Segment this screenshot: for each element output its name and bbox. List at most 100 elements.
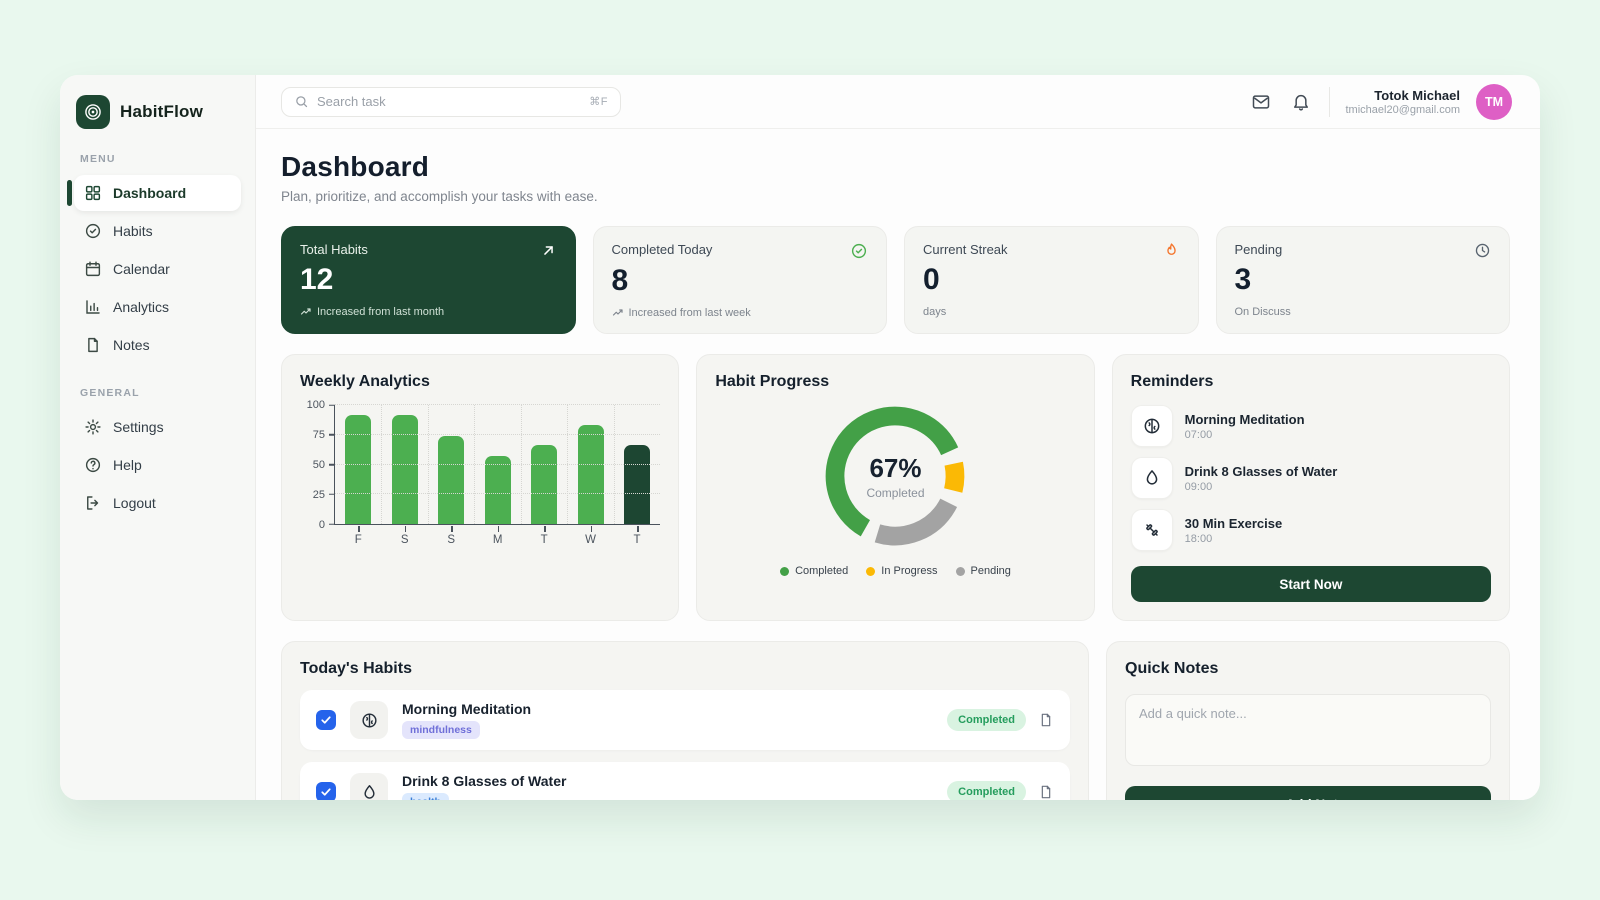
habit-checkbox-checked[interactable] xyxy=(316,710,336,730)
brain-icon xyxy=(350,701,388,739)
droplet-icon xyxy=(350,773,388,800)
sidebar-section-menu: MENU xyxy=(80,153,241,165)
legend-completed: Completed xyxy=(780,565,848,577)
user-email: tmichael20@gmail.com xyxy=(1346,104,1461,116)
stat-label: Total Habits xyxy=(300,242,368,257)
stat-footnote: Increased from last month xyxy=(317,306,444,318)
sidebar-item-notes[interactable]: Notes xyxy=(74,327,241,363)
sidebar-item-settings[interactable]: Settings xyxy=(74,409,241,445)
bar-chart-icon xyxy=(84,298,102,316)
check-circle-icon xyxy=(84,222,102,240)
sidebar-item-dashboard[interactable]: Dashboard xyxy=(74,175,241,211)
habit-progress-title: Habit Progress xyxy=(715,373,1075,391)
y-tick-label: 75 xyxy=(313,429,325,441)
bar-chart-plot xyxy=(334,405,660,525)
bar xyxy=(438,436,464,524)
donut-legend: Completed In Progress Pending xyxy=(715,565,1075,577)
reminder-name: Drink 8 Glasses of Water xyxy=(1185,464,1338,479)
topbar-divider xyxy=(1329,87,1330,117)
weekly-bar-chart: 0255075100 FSSMTWT xyxy=(300,405,660,546)
sidebar-item-label: Notes xyxy=(113,337,150,353)
x-tick-label: M xyxy=(474,534,520,546)
legend-pending: Pending xyxy=(956,565,1011,577)
add-note-button[interactable]: + Add Note xyxy=(1125,786,1491,800)
stat-footnote: days xyxy=(923,306,946,318)
logout-icon xyxy=(84,494,102,512)
bar xyxy=(531,445,557,524)
weekly-analytics-title: Weekly Analytics xyxy=(300,373,660,391)
progress-percent: 67% xyxy=(869,453,921,484)
droplet-icon xyxy=(1131,457,1173,499)
legend-dot-pending xyxy=(956,567,965,576)
brand-name: HabitFlow xyxy=(120,102,203,122)
search-box[interactable]: ⌘F xyxy=(281,87,621,117)
flame-icon xyxy=(1163,242,1180,259)
trending-up-icon xyxy=(612,307,624,319)
bar xyxy=(345,415,371,524)
x-tick-label: F xyxy=(335,534,381,546)
bell-icon[interactable] xyxy=(1289,90,1313,114)
note-icon[interactable] xyxy=(1038,784,1054,800)
x-tick-label: S xyxy=(428,534,474,546)
sidebar-item-label: Habits xyxy=(113,223,153,239)
sidebar-item-analytics[interactable]: Analytics xyxy=(74,289,241,325)
sidebar-item-calendar[interactable]: Calendar xyxy=(74,251,241,287)
stat-label: Current Streak xyxy=(923,242,1008,257)
bar xyxy=(624,445,650,524)
x-tick-label: S xyxy=(381,534,427,546)
avatar[interactable]: TM xyxy=(1476,84,1512,120)
start-now-button[interactable]: Start Now xyxy=(1131,566,1491,602)
reminder-item: Morning Meditation 07:00 xyxy=(1131,405,1491,447)
stat-value: 0 xyxy=(923,263,1180,297)
quick-notes-title: Quick Notes xyxy=(1125,660,1491,678)
sidebar-item-label: Dashboard xyxy=(113,185,186,201)
sidebar-item-label: Analytics xyxy=(113,299,169,315)
gear-icon xyxy=(84,418,102,436)
reminders-title: Reminders xyxy=(1131,373,1491,391)
main-area: ⌘F Totok Michael tmichael20@gmail.com xyxy=(256,75,1540,800)
brain-icon xyxy=(1131,405,1173,447)
weekly-analytics-panel: Weekly Analytics 0255075100 FSSMTWT xyxy=(281,354,679,621)
stat-label: Completed Today xyxy=(612,242,713,257)
user-info: Totok Michael tmichael20@gmail.com xyxy=(1346,88,1461,116)
reminder-time: 09:00 xyxy=(1185,481,1338,493)
stat-card-completed-today: Completed Today 8 Increased from last we… xyxy=(593,226,888,334)
content: Dashboard Plan, prioritize, and accompli… xyxy=(256,129,1540,800)
todays-habits-panel: Today's Habits Morning Meditation mindfu… xyxy=(281,641,1089,800)
bar xyxy=(578,425,604,524)
note-icon[interactable] xyxy=(1038,712,1054,728)
bar xyxy=(392,415,418,524)
topbar: ⌘F Totok Michael tmichael20@gmail.com xyxy=(256,75,1540,129)
habitflow-target-icon xyxy=(76,95,110,129)
habit-checkbox-checked[interactable] xyxy=(316,782,336,800)
sidebar-item-habits[interactable]: Habits xyxy=(74,213,241,249)
trending-up-icon xyxy=(300,306,312,318)
help-circle-icon xyxy=(84,456,102,474)
y-tick-label: 0 xyxy=(319,519,325,531)
sidebar-item-label: Help xyxy=(113,457,142,473)
status-badge: Completed xyxy=(947,709,1026,731)
search-input[interactable] xyxy=(317,94,581,109)
app-window: HabitFlow MENU Dashboard Habits xyxy=(60,75,1540,800)
habit-tag: health xyxy=(402,793,449,800)
progress-percent-label: Completed xyxy=(866,486,924,500)
x-tick-label: W xyxy=(567,534,613,546)
sidebar-item-label: Logout xyxy=(113,495,156,511)
sidebar-section-general: GENERAL xyxy=(80,387,241,399)
habit-name: Drink 8 Glasses of Water xyxy=(402,773,566,789)
stat-value: 12 xyxy=(300,263,557,297)
sidebar-item-logout[interactable]: Logout xyxy=(74,485,241,521)
mail-icon[interactable] xyxy=(1249,90,1273,114)
sidebar-item-help[interactable]: Help xyxy=(74,447,241,483)
reminder-name: 30 Min Exercise xyxy=(1185,516,1283,531)
todays-habits-title: Today's Habits xyxy=(300,660,1070,678)
quick-note-input[interactable] xyxy=(1125,694,1491,766)
plus-icon: + xyxy=(1271,797,1279,801)
stat-value: 3 xyxy=(1235,263,1492,297)
stat-card-total-habits: Total Habits 12 Increased from last mont… xyxy=(281,226,576,334)
y-tick-label: 50 xyxy=(313,459,325,471)
progress-donut-chart: 67% Completed xyxy=(820,401,970,551)
user-name: Totok Michael xyxy=(1346,88,1461,103)
quick-notes-panel: Quick Notes + Add Note Felt really energ… xyxy=(1106,641,1510,800)
habit-row: Drink 8 Glasses of Water health Complete… xyxy=(300,762,1070,800)
